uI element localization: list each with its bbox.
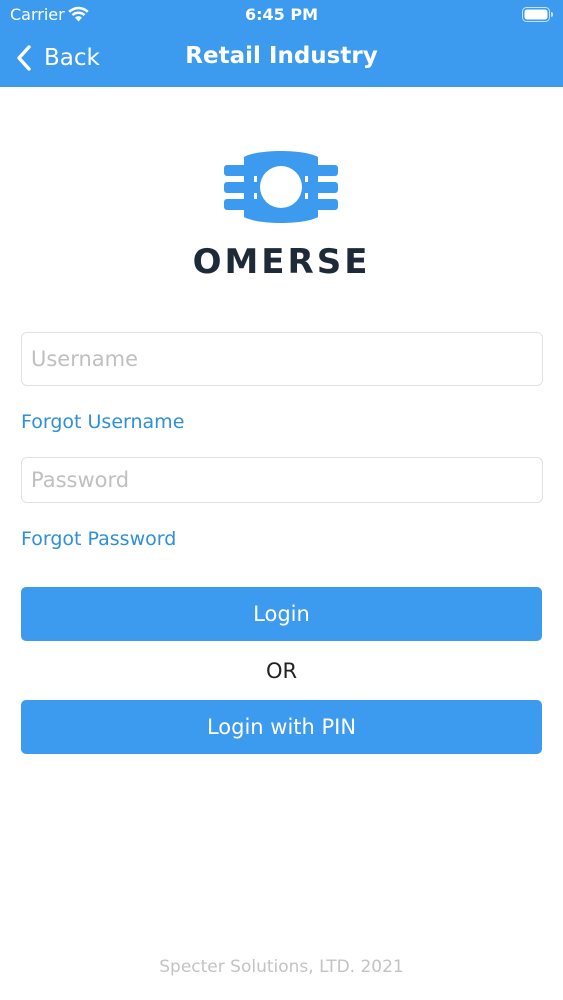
login-with-pin-button[interactable]: Login with PIN (21, 700, 542, 754)
logo-text: OMERSE (192, 242, 371, 282)
username-input[interactable] (21, 332, 543, 386)
header: Carrier 6:45 PM Back Retail Industry (0, 0, 563, 87)
forgot-password-link[interactable]: Forgot Password (21, 528, 176, 550)
login-button[interactable]: Login (21, 587, 542, 641)
forgot-username-link[interactable]: Forgot Username (21, 411, 184, 433)
page-title: Retail Industry (185, 43, 378, 69)
or-separator: OR (265, 659, 298, 683)
nav-bar: Back Retail Industry (0, 30, 563, 87)
password-input[interactable] (21, 457, 543, 503)
status-time: 6:45 PM (244, 5, 318, 24)
status-bar: Carrier 6:45 PM (0, 0, 563, 30)
footer-copyright: Specter Solutions, LTD. 2021 (159, 957, 404, 977)
omerse-logo-mark (224, 151, 338, 223)
battery-icon (522, 7, 553, 22)
